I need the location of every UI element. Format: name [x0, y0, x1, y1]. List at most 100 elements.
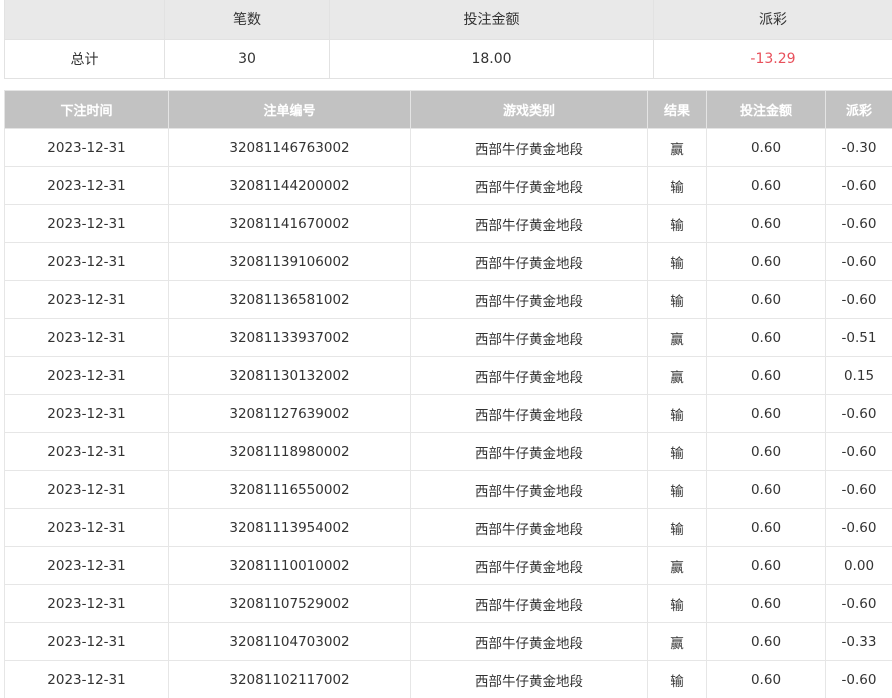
cell-result: 输: [647, 166, 707, 205]
table-row: 2023-12-31 32081146763002 西部牛仔黄金地段赢 0.60 -0.…: [4, 128, 892, 167]
cell-bet-time: 2023-12-31: [4, 394, 169, 433]
cell-bet-id: 32081113954002: [168, 508, 411, 547]
cell-game-type: 西部牛仔黄金地段: [410, 394, 648, 433]
cell-bet-id: 32081107529002: [168, 584, 411, 623]
cell-payout: -0.60: [825, 660, 892, 698]
cell-payout: -0.60: [825, 280, 892, 319]
cell-payout: -0.33: [825, 622, 892, 661]
detail-body: 2023-12-31 32081146763002 西部牛仔黄金地段赢 0.60 -0.…: [4, 128, 892, 698]
cell-bet-amount: 0.60: [706, 470, 826, 509]
table-row: 2023-12-31 32081133937002 西部牛仔黄金地段赢 0.60 -0.…: [4, 318, 892, 357]
detail-header-row: 下注时间 注单编号 游戏类别 结果 投注金额 派彩: [4, 90, 892, 129]
cell-payout: -0.60: [825, 166, 892, 205]
cell-bet-time: 2023-12-31: [4, 242, 169, 281]
cell-payout: -0.60: [825, 584, 892, 623]
cell-game-type: 西部牛仔黄金地段: [410, 660, 648, 698]
cell-bet-time: 2023-12-31: [4, 432, 169, 471]
cell-result: 赢: [647, 546, 707, 585]
header-bet-time: 下注时间: [4, 90, 169, 129]
table-row: 2023-12-31 32081130132002 西部牛仔黄金地段赢 0.60 0.1…: [4, 356, 892, 395]
header-game-type: 游戏类别: [410, 90, 648, 129]
bet-records-page: 笔数 投注金额 派彩 总计 30 18.00 -13.29 下注时间 注单编号 …: [0, 0, 892, 698]
cell-payout: 0.00: [825, 546, 892, 585]
cell-result: 输: [647, 470, 707, 509]
cell-result: 输: [647, 242, 707, 281]
cell-bet-time: 2023-12-31: [4, 318, 169, 357]
cell-bet-amount: 0.60: [706, 546, 826, 585]
summary-total-bet: 18.00: [329, 38, 654, 79]
cell-game-type: 西部牛仔黄金地段: [410, 166, 648, 205]
cell-bet-amount: 0.60: [706, 584, 826, 623]
table-row: 2023-12-31 32081144200002 西部牛仔黄金地段输 0.60 -0.…: [4, 166, 892, 205]
cell-payout: -0.60: [825, 470, 892, 509]
cell-bet-id: 32081116550002: [168, 470, 411, 509]
cell-game-type: 西部牛仔黄金地段: [410, 470, 648, 509]
cell-bet-amount: 0.60: [706, 204, 826, 243]
table-row: 2023-12-31 32081116550002 西部牛仔黄金地段输 0.60 -0.…: [4, 470, 892, 509]
cell-bet-amount: 0.60: [706, 280, 826, 319]
summary-total-row: 总计 30 18.00 -13.29: [4, 38, 892, 79]
cell-game-type: 西部牛仔黄金地段: [410, 356, 648, 395]
header-bet-amount: 投注金额: [706, 90, 826, 129]
cell-bet-time: 2023-12-31: [4, 470, 169, 509]
cell-bet-time: 2023-12-31: [4, 508, 169, 547]
table-row: 2023-12-31 32081102117002 西部牛仔黄金地段输 0.60 -0.…: [4, 660, 892, 698]
summary-header-count: 笔数: [164, 0, 330, 40]
cell-bet-amount: 0.60: [706, 622, 826, 661]
cell-result: 输: [647, 280, 707, 319]
cell-result: 输: [647, 204, 707, 243]
cell-bet-amount: 0.60: [706, 356, 826, 395]
cell-bet-amount: 0.60: [706, 242, 826, 281]
cell-bet-id: 32081130132002: [168, 356, 411, 395]
cell-bet-time: 2023-12-31: [4, 128, 169, 167]
cell-result: 输: [647, 432, 707, 471]
cell-payout: -0.51: [825, 318, 892, 357]
summary-table: 笔数 投注金额 派彩 总计 30 18.00 -13.29: [4, 0, 892, 79]
summary-total-count: 30: [164, 38, 330, 79]
cell-bet-time: 2023-12-31: [4, 356, 169, 395]
cell-game-type: 西部牛仔黄金地段: [410, 508, 648, 547]
cell-bet-time: 2023-12-31: [4, 546, 169, 585]
cell-result: 输: [647, 660, 707, 698]
cell-bet-id: 32081136581002: [168, 280, 411, 319]
cell-bet-id: 32081110010002: [168, 546, 411, 585]
cell-bet-amount: 0.60: [706, 318, 826, 357]
cell-payout: 0.15: [825, 356, 892, 395]
header-bet-id: 注单编号: [168, 90, 411, 129]
summary-header-payout: 派彩: [653, 0, 892, 40]
cell-game-type: 西部牛仔黄金地段: [410, 584, 648, 623]
cell-bet-amount: 0.60: [706, 432, 826, 471]
table-row: 2023-12-31 32081139106002 西部牛仔黄金地段输 0.60 -0.…: [4, 242, 892, 281]
cell-bet-id: 32081127639002: [168, 394, 411, 433]
cell-result: 赢: [647, 622, 707, 661]
table-row: 2023-12-31 32081113954002 西部牛仔黄金地段输 0.60 -0.…: [4, 508, 892, 547]
table-row: 2023-12-31 32081127639002 西部牛仔黄金地段输 0.60 -0.…: [4, 394, 892, 433]
cell-bet-id: 32081102117002: [168, 660, 411, 698]
cell-bet-amount: 0.60: [706, 660, 826, 698]
cell-payout: -0.60: [825, 204, 892, 243]
cell-bet-time: 2023-12-31: [4, 204, 169, 243]
cell-result: 输: [647, 394, 707, 433]
summary-total-payout: -13.29: [653, 38, 892, 79]
cell-game-type: 西部牛仔黄金地段: [410, 128, 648, 167]
cell-result: 输: [647, 508, 707, 547]
header-result: 结果: [647, 90, 707, 129]
table-row: 2023-12-31 32081136581002 西部牛仔黄金地段输 0.60 -0.…: [4, 280, 892, 319]
cell-bet-id: 32081146763002: [168, 128, 411, 167]
cell-bet-time: 2023-12-31: [4, 166, 169, 205]
cell-payout: -0.60: [825, 394, 892, 433]
cell-game-type: 西部牛仔黄金地段: [410, 546, 648, 585]
cell-game-type: 西部牛仔黄金地段: [410, 432, 648, 471]
cell-result: 输: [647, 584, 707, 623]
cell-payout: -0.60: [825, 508, 892, 547]
cell-bet-time: 2023-12-31: [4, 584, 169, 623]
cell-bet-id: 32081139106002: [168, 242, 411, 281]
cell-payout: -0.60: [825, 242, 892, 281]
table-row: 2023-12-31 32081110010002 西部牛仔黄金地段赢 0.60 0.0…: [4, 546, 892, 585]
cell-game-type: 西部牛仔黄金地段: [410, 280, 648, 319]
cell-bet-time: 2023-12-31: [4, 280, 169, 319]
table-row: 2023-12-31 32081104703002 西部牛仔黄金地段赢 0.60 -0.…: [4, 622, 892, 661]
cell-bet-id: 32081118980002: [168, 432, 411, 471]
bet-detail-table: 下注时间 注单编号 游戏类别 结果 投注金额 派彩 2023-12-31 3208…: [4, 90, 892, 698]
cell-result: 赢: [647, 356, 707, 395]
